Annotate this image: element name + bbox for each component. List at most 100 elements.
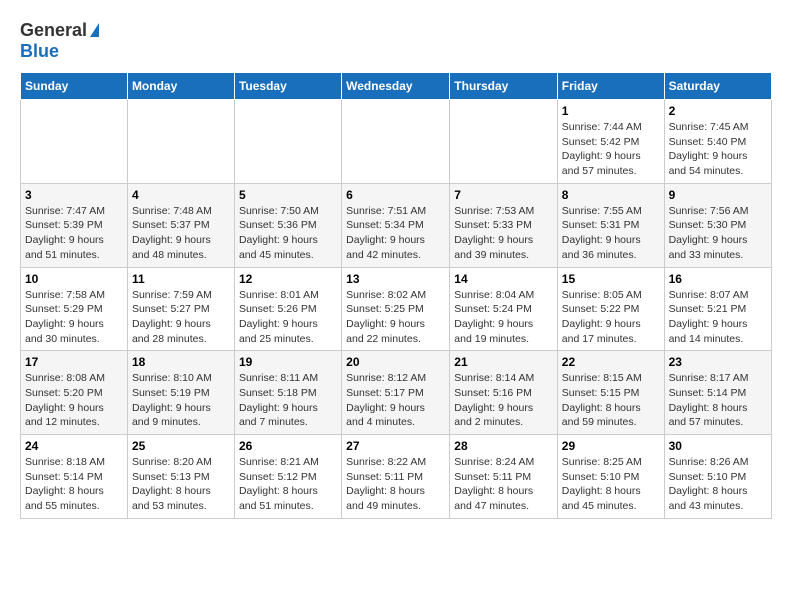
day-number: 13 xyxy=(346,272,445,286)
logo-general: General xyxy=(20,20,87,41)
day-number: 12 xyxy=(239,272,337,286)
week-row-2: 10 Sunrise: 7:58 AMSunset: 5:29 PMDayligh… xyxy=(21,267,772,351)
logo: General Blue xyxy=(20,20,99,62)
day-info: Sunrise: 8:11 AMSunset: 5:18 PMDaylight:… xyxy=(239,371,337,430)
logo-blue: Blue xyxy=(20,41,59,61)
day-info: Sunrise: 8:17 AMSunset: 5:14 PMDaylight:… xyxy=(669,371,767,430)
day-number: 2 xyxy=(669,104,767,118)
day-cell: 22 Sunrise: 8:15 AMSunset: 5:15 PMDayligh… xyxy=(557,351,664,435)
day-number: 18 xyxy=(132,355,230,369)
day-cell: 27 Sunrise: 8:22 AMSunset: 5:11 PMDayligh… xyxy=(342,435,450,519)
day-cell xyxy=(21,100,128,184)
day-number: 6 xyxy=(346,188,445,202)
day-cell xyxy=(342,100,450,184)
day-cell xyxy=(450,100,558,184)
header-saturday: Saturday xyxy=(664,73,771,100)
day-cell: 18 Sunrise: 8:10 AMSunset: 5:19 PMDayligh… xyxy=(127,351,234,435)
header-monday: Monday xyxy=(127,73,234,100)
day-cell: 9 Sunrise: 7:56 AMSunset: 5:30 PMDaylight… xyxy=(664,183,771,267)
day-number: 28 xyxy=(454,439,553,453)
day-info: Sunrise: 7:45 AMSunset: 5:40 PMDaylight:… xyxy=(669,120,767,179)
day-info: Sunrise: 8:04 AMSunset: 5:24 PMDaylight:… xyxy=(454,288,553,347)
day-cell xyxy=(127,100,234,184)
day-cell: 4Sunrise: 7:48 AMSunset: 5:37 PMDaylight… xyxy=(127,183,234,267)
day-cell: 29 Sunrise: 8:25 AMSunset: 5:10 PMDayligh… xyxy=(557,435,664,519)
day-number: 30 xyxy=(669,439,767,453)
day-info: Sunrise: 7:59 AMSunset: 5:27 PMDaylight:… xyxy=(132,288,230,347)
header-thursday: Thursday xyxy=(450,73,558,100)
day-cell: 6 Sunrise: 7:51 AMSunset: 5:34 PMDaylight… xyxy=(342,183,450,267)
week-row-3: 17Sunrise: 8:08 AMSunset: 5:20 PMDayligh… xyxy=(21,351,772,435)
day-cell: 14 Sunrise: 8:04 AMSunset: 5:24 PMDayligh… xyxy=(450,267,558,351)
day-info: Sunrise: 8:22 AMSunset: 5:11 PMDaylight:… xyxy=(346,455,445,514)
day-info: Sunrise: 8:12 AMSunset: 5:17 PMDaylight:… xyxy=(346,371,445,430)
day-number: 7 xyxy=(454,188,553,202)
day-info: Sunrise: 7:53 AMSunset: 5:33 PMDaylight:… xyxy=(454,204,553,263)
day-info: Sunrise: 8:21 AMSunset: 5:12 PMDaylight:… xyxy=(239,455,337,514)
day-number: 26 xyxy=(239,439,337,453)
day-info: Sunrise: 8:01 AMSunset: 5:26 PMDaylight:… xyxy=(239,288,337,347)
day-cell: 24 Sunrise: 8:18 AMSunset: 5:14 PMDayligh… xyxy=(21,435,128,519)
header-sunday: Sunday xyxy=(21,73,128,100)
day-info: Sunrise: 8:20 AMSunset: 5:13 PMDaylight:… xyxy=(132,455,230,514)
day-info: Sunrise: 7:50 AMSunset: 5:36 PMDaylight:… xyxy=(239,204,337,263)
day-info: Sunrise: 8:10 AMSunset: 5:19 PMDaylight:… xyxy=(132,371,230,430)
day-cell: 16 Sunrise: 8:07 AMSunset: 5:21 PMDayligh… xyxy=(664,267,771,351)
day-number: 24 xyxy=(25,439,123,453)
week-row-0: 1 Sunrise: 7:44 AMSunset: 5:42 PMDaylight… xyxy=(21,100,772,184)
day-number: 20 xyxy=(346,355,445,369)
day-number: 22 xyxy=(562,355,660,369)
day-info: Sunrise: 7:48 AMSunset: 5:37 PMDaylight:… xyxy=(132,204,230,263)
day-info: Sunrise: 7:44 AMSunset: 5:42 PMDaylight:… xyxy=(562,120,660,179)
day-number: 16 xyxy=(669,272,767,286)
day-info: Sunrise: 8:26 AMSunset: 5:10 PMDaylight:… xyxy=(669,455,767,514)
day-info: Sunrise: 7:55 AMSunset: 5:31 PMDaylight:… xyxy=(562,204,660,263)
header-tuesday: Tuesday xyxy=(234,73,341,100)
day-cell: 17Sunrise: 8:08 AMSunset: 5:20 PMDayligh… xyxy=(21,351,128,435)
day-info: Sunrise: 7:58 AMSunset: 5:29 PMDaylight:… xyxy=(25,288,123,347)
header-friday: Friday xyxy=(557,73,664,100)
day-info: Sunrise: 8:25 AMSunset: 5:10 PMDaylight:… xyxy=(562,455,660,514)
day-number: 14 xyxy=(454,272,553,286)
day-cell: 15 Sunrise: 8:05 AMSunset: 5:22 PMDayligh… xyxy=(557,267,664,351)
day-number: 21 xyxy=(454,355,553,369)
day-info: Sunrise: 8:05 AMSunset: 5:22 PMDaylight:… xyxy=(562,288,660,347)
day-cell: 30 Sunrise: 8:26 AMSunset: 5:10 PMDayligh… xyxy=(664,435,771,519)
day-number: 3 xyxy=(25,188,123,202)
day-number: 1 xyxy=(562,104,660,118)
day-number: 10 xyxy=(25,272,123,286)
day-number: 25 xyxy=(132,439,230,453)
day-info: Sunrise: 8:15 AMSunset: 5:15 PMDaylight:… xyxy=(562,371,660,430)
day-number: 29 xyxy=(562,439,660,453)
day-info: Sunrise: 8:18 AMSunset: 5:14 PMDaylight:… xyxy=(25,455,123,514)
day-number: 23 xyxy=(669,355,767,369)
day-number: 19 xyxy=(239,355,337,369)
day-info: Sunrise: 7:47 AMSunset: 5:39 PMDaylight:… xyxy=(25,204,123,263)
header: General Blue xyxy=(20,20,772,62)
day-info: Sunrise: 7:56 AMSunset: 5:30 PMDaylight:… xyxy=(669,204,767,263)
day-cell: 3 Sunrise: 7:47 AMSunset: 5:39 PMDaylight… xyxy=(21,183,128,267)
header-wednesday: Wednesday xyxy=(342,73,450,100)
day-cell: 1 Sunrise: 7:44 AMSunset: 5:42 PMDaylight… xyxy=(557,100,664,184)
day-number: 9 xyxy=(669,188,767,202)
day-cell: 2 Sunrise: 7:45 AMSunset: 5:40 PMDaylight… xyxy=(664,100,771,184)
day-cell: 21Sunrise: 8:14 AMSunset: 5:16 PMDayligh… xyxy=(450,351,558,435)
day-cell: 28Sunrise: 8:24 AMSunset: 5:11 PMDayligh… xyxy=(450,435,558,519)
day-info: Sunrise: 8:07 AMSunset: 5:21 PMDaylight:… xyxy=(669,288,767,347)
calendar-table: SundayMondayTuesdayWednesdayThursdayFrid… xyxy=(20,72,772,519)
day-cell: 11 Sunrise: 7:59 AMSunset: 5:27 PMDayligh… xyxy=(127,267,234,351)
day-cell xyxy=(234,100,341,184)
week-row-4: 24 Sunrise: 8:18 AMSunset: 5:14 PMDayligh… xyxy=(21,435,772,519)
day-cell: 19 Sunrise: 8:11 AMSunset: 5:18 PMDayligh… xyxy=(234,351,341,435)
day-cell: 25 Sunrise: 8:20 AMSunset: 5:13 PMDayligh… xyxy=(127,435,234,519)
logo-triangle-icon xyxy=(90,23,99,37)
day-cell: 12 Sunrise: 8:01 AMSunset: 5:26 PMDayligh… xyxy=(234,267,341,351)
day-number: 5 xyxy=(239,188,337,202)
day-cell: 20 Sunrise: 8:12 AMSunset: 5:17 PMDayligh… xyxy=(342,351,450,435)
day-info: Sunrise: 7:51 AMSunset: 5:34 PMDaylight:… xyxy=(346,204,445,263)
day-number: 11 xyxy=(132,272,230,286)
day-info: Sunrise: 8:02 AMSunset: 5:25 PMDaylight:… xyxy=(346,288,445,347)
day-number: 15 xyxy=(562,272,660,286)
day-cell: 26 Sunrise: 8:21 AMSunset: 5:12 PMDayligh… xyxy=(234,435,341,519)
day-number: 27 xyxy=(346,439,445,453)
